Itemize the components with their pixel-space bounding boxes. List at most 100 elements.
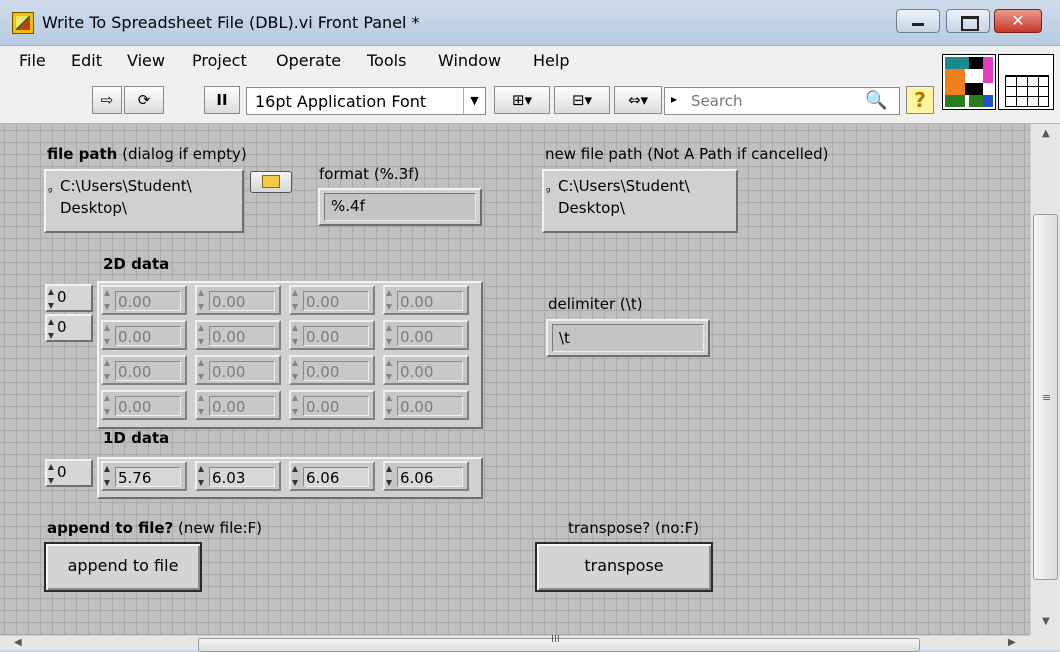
2d-data-cell-value[interactable]: 0.00 (209, 396, 275, 416)
spinner-icon[interactable] (386, 290, 393, 310)
format-control[interactable]: %.4f (318, 188, 482, 226)
2d-row-index[interactable]: 0 (45, 284, 93, 312)
minimize-button[interactable] (896, 9, 940, 33)
2d-data-cell-value[interactable]: 0.00 (115, 291, 181, 311)
2d-data-cell[interactable]: 0.00 (195, 285, 281, 315)
1d-data-cell[interactable]: 6.03 (195, 461, 281, 491)
horizontal-scrollbar[interactable]: ◀ III ▶ (0, 634, 1030, 652)
2d-data-cell[interactable]: 0.00 (383, 285, 469, 315)
1d-data-cell-value[interactable]: 6.06 (397, 467, 463, 487)
2d-data-cell[interactable]: 0.00 (289, 285, 375, 315)
spinner-icon[interactable] (386, 325, 393, 345)
run-continuously-button[interactable]: ⟳ (124, 86, 164, 114)
row-index-value[interactable]: 0 (57, 288, 67, 306)
font-select[interactable]: 16pt Application Font ▼ (246, 87, 486, 115)
2d-data-cell-value[interactable]: 0.00 (397, 291, 463, 311)
spinner-icon[interactable] (292, 395, 299, 415)
scroll-left-icon[interactable]: ◀ (14, 637, 22, 648)
close-button[interactable]: ✕ (994, 9, 1042, 33)
spinner-icon[interactable] (104, 395, 111, 415)
spinner-icon[interactable] (104, 466, 111, 486)
transpose-button[interactable]: transpose (535, 542, 713, 592)
delimiter-control[interactable]: \t (546, 319, 710, 357)
2d-data-cell[interactable]: 0.00 (101, 355, 187, 385)
spinner-icon[interactable] (386, 466, 393, 486)
2d-data-cell-value[interactable]: 0.00 (303, 361, 369, 381)
browse-button[interactable] (250, 171, 292, 193)
2d-data-cell-value[interactable]: 0.00 (115, 326, 181, 346)
2d-col-index[interactable]: 0 (45, 314, 93, 342)
2d-data-cell-value[interactable]: 0.00 (397, 396, 463, 416)
vertical-scrollbar[interactable]: ▲ ≡ ▼ (1030, 124, 1060, 635)
2d-data-cell-value[interactable]: 0.00 (209, 361, 275, 381)
menu-operate[interactable]: Operate (276, 51, 341, 70)
spinner-icon[interactable] (104, 290, 111, 310)
search-input[interactable] (689, 91, 859, 111)
search-box[interactable]: ▸ 🔍 (664, 87, 900, 115)
connector-pane[interactable] (998, 54, 1054, 110)
2d-data-cell[interactable]: 0.00 (101, 390, 187, 420)
2d-data-cell-value[interactable]: 0.00 (115, 396, 181, 416)
2d-data-cell-value[interactable]: 0.00 (303, 291, 369, 311)
labview-vi-icon[interactable] (12, 12, 34, 34)
scroll-up-icon[interactable]: ▲ (1042, 128, 1050, 139)
1d-data-cell[interactable]: 6.06 (383, 461, 469, 491)
1d-index[interactable]: 0 (45, 459, 93, 487)
2d-data-cell[interactable]: 0.00 (195, 390, 281, 420)
1d-index-value[interactable]: 0 (57, 463, 67, 481)
1d-data-cell-value[interactable]: 5.76 (115, 467, 181, 487)
spinner-icon[interactable] (104, 325, 111, 345)
file-path-control[interactable]: ᵍ C:\Users\Student\ Desktop\ (44, 169, 244, 233)
delimiter-value[interactable]: \t (559, 329, 570, 347)
spinner-icon[interactable] (198, 395, 205, 415)
spinner-icon[interactable] (48, 289, 55, 309)
spinner-icon[interactable] (198, 360, 205, 380)
run-button[interactable]: ⇨ (92, 86, 122, 114)
spinner-icon[interactable] (386, 360, 393, 380)
2d-data-cell-value[interactable]: 0.00 (115, 361, 181, 381)
1d-data-cell[interactable]: 6.06 (289, 461, 375, 491)
scroll-down-icon[interactable]: ▼ (1042, 616, 1050, 627)
col-index-value[interactable]: 0 (57, 318, 67, 336)
2d-data-cell[interactable]: 0.00 (101, 320, 187, 350)
align-objects-button[interactable]: ⊞▾ (494, 86, 550, 114)
2d-data-cell[interactable]: 0.00 (383, 320, 469, 350)
pause-button[interactable]: II (204, 86, 240, 114)
1d-data-cell-value[interactable]: 6.06 (303, 467, 369, 487)
scroll-right-icon[interactable]: ▶ (1008, 637, 1016, 648)
menu-window[interactable]: Window (438, 51, 501, 70)
menu-file[interactable]: File (19, 51, 46, 70)
2d-data-cell-value[interactable]: 0.00 (303, 326, 369, 346)
resize-objects-button[interactable]: ⇔▾ (614, 86, 662, 114)
2d-data-cell[interactable]: 0.00 (195, 355, 281, 385)
spinner-icon[interactable] (198, 325, 205, 345)
file-path-value[interactable]: C:\Users\Student\ Desktop\ (60, 175, 192, 219)
2d-data-cell[interactable]: 0.00 (289, 355, 375, 385)
spinner-icon[interactable] (292, 360, 299, 380)
2d-data-cell-value[interactable]: 0.00 (209, 291, 275, 311)
2d-data-cell[interactable]: 0.00 (195, 320, 281, 350)
2d-data-cell[interactable]: 0.00 (383, 355, 469, 385)
vertical-scroll-thumb[interactable]: ≡ (1033, 214, 1058, 580)
maximize-button[interactable] (946, 9, 990, 33)
menu-help[interactable]: Help (533, 51, 569, 70)
spinner-icon[interactable] (198, 466, 205, 486)
context-help-button[interactable]: ? (906, 86, 934, 114)
2d-data-cell-value[interactable]: 0.00 (397, 361, 463, 381)
2d-data-cell-value[interactable]: 0.00 (397, 326, 463, 346)
spinner-icon[interactable] (48, 319, 55, 339)
menu-project[interactable]: Project (192, 51, 247, 70)
spinner-icon[interactable] (292, 290, 299, 310)
spinner-icon[interactable] (386, 395, 393, 415)
menu-view[interactable]: View (127, 51, 165, 70)
spinner-icon[interactable] (48, 464, 55, 484)
1d-data-cell-value[interactable]: 6.03 (209, 467, 275, 487)
menu-edit[interactable]: Edit (71, 51, 102, 70)
format-value[interactable]: %.4f (331, 197, 365, 215)
2d-data-cell[interactable]: 0.00 (383, 390, 469, 420)
vi-icon-pane[interactable] (942, 54, 996, 110)
spinner-icon[interactable] (292, 325, 299, 345)
spinner-icon[interactable] (292, 466, 299, 486)
menu-tools[interactable]: Tools (367, 51, 406, 70)
append-to-file-button[interactable]: append to file (44, 542, 202, 592)
